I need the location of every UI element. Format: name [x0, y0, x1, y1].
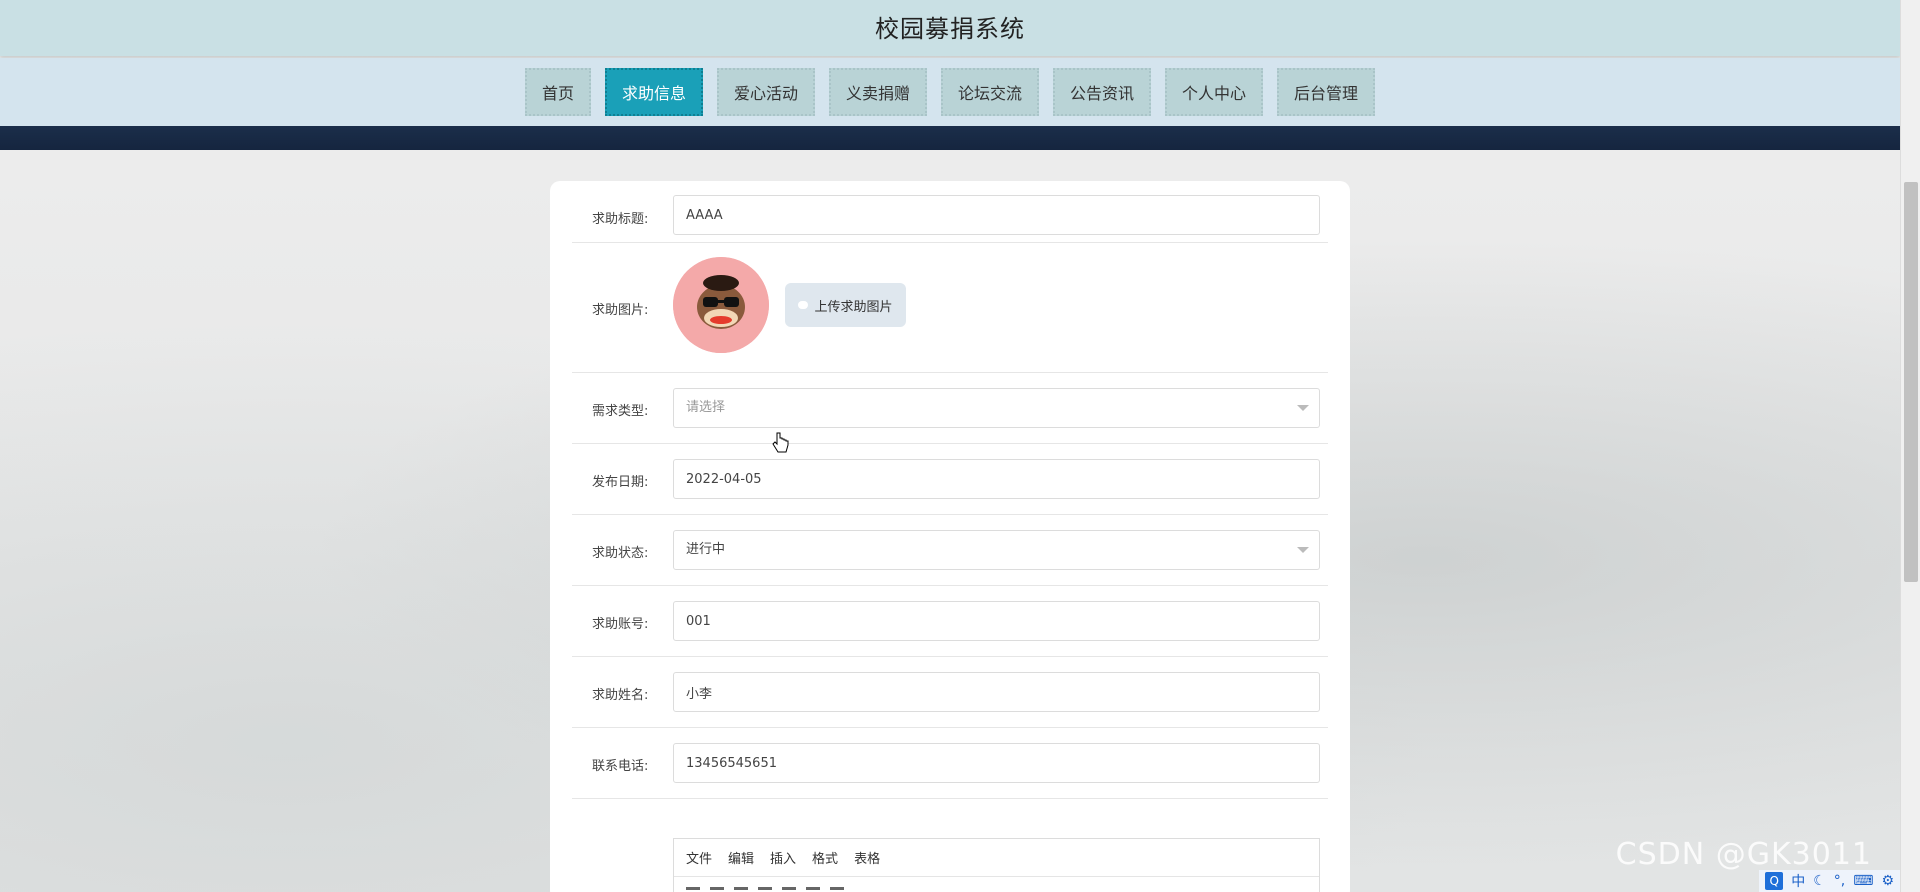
system-tray: Q 中 ☾ °, ⌨ ⚙	[1759, 870, 1900, 892]
tab-admin[interactable]: 后台管理	[1277, 68, 1376, 116]
tab-help-info[interactable]: 求助信息	[604, 68, 703, 116]
upload-cloud-icon	[798, 301, 809, 309]
toolbar-tool-icon[interactable]	[734, 886, 748, 890]
form-row-name: 求助姓名:	[572, 657, 1328, 728]
demand-type-placeholder: 请选择	[686, 400, 726, 415]
name-input[interactable]	[673, 672, 1320, 712]
form-row-publish-date: 发布日期:	[572, 444, 1328, 515]
hand-cursor-icon	[772, 432, 789, 453]
punctuation-icon[interactable]: °,	[1834, 873, 1845, 889]
tab-forum[interactable]: 论坛交流	[941, 68, 1040, 116]
editor-menu-table[interactable]: 表格	[854, 848, 880, 867]
phone-label: 联系电话:	[592, 759, 649, 774]
chevron-down-icon	[1297, 405, 1309, 411]
help-form-card: 求助标题: 求助图片: 上传求助图片 需求类型: 请选择	[550, 181, 1350, 892]
tab-charity-sale[interactable]: 义卖捐赠	[828, 68, 927, 116]
qq-ime-icon[interactable]: Q	[1765, 872, 1784, 890]
image-label: 求助图片:	[592, 303, 649, 318]
form-row-account: 求助账号:	[572, 586, 1328, 657]
main-nav: 首页 求助信息 爱心活动 义卖捐赠 论坛交流 公告资讯 个人中心 后台管理	[0, 58, 1900, 126]
status-value: 进行中	[686, 542, 726, 557]
phone-input[interactable]	[673, 743, 1320, 783]
toolbar-tool-icon[interactable]	[758, 886, 772, 890]
toolbar-tool-icon[interactable]	[710, 886, 724, 890]
publish-date-input[interactable]	[673, 459, 1320, 499]
toolbar-tool-icon[interactable]	[830, 886, 844, 890]
keyboard-icon[interactable]: ⌨	[1853, 873, 1873, 889]
form-row-phone: 联系电话:	[572, 728, 1328, 799]
tab-announcements[interactable]: 公告资讯	[1053, 68, 1152, 116]
moon-icon[interactable]: ☾	[1813, 873, 1826, 889]
title-label: 求助标题:	[592, 212, 649, 227]
name-label: 求助姓名:	[592, 688, 649, 703]
demand-type-label: 需求类型:	[592, 404, 649, 419]
settings-icon[interactable]: ⚙	[1881, 873, 1894, 889]
toolbar-tool-icon[interactable]	[782, 886, 796, 890]
title-input[interactable]	[673, 195, 1320, 235]
editor-menu-file[interactable]: 文件	[686, 848, 712, 867]
upload-image-label: 上传求助图片	[814, 299, 893, 315]
editor-menubar: 文件 编辑 插入 格式 表格	[674, 839, 1319, 877]
publish-date-label: 发布日期:	[592, 475, 649, 490]
editor-menu-edit[interactable]: 编辑	[728, 848, 754, 867]
watermark-text: CSDN @GK3011	[1615, 837, 1872, 872]
status-select[interactable]: 进行中	[673, 530, 1320, 570]
form-row-status: 求助状态: 进行中	[572, 515, 1328, 586]
demand-type-select[interactable]: 请选择	[673, 388, 1320, 428]
page-scrollbar[interactable]	[1900, 0, 1920, 892]
chevron-down-icon	[1297, 547, 1309, 553]
form-row-demand-type: 需求类型: 请选择	[572, 373, 1328, 444]
help-image-thumbnail[interactable]	[673, 257, 769, 353]
site-title: 校园募捐系统	[875, 14, 1025, 43]
tab-charity-activities[interactable]: 爱心活动	[716, 68, 815, 116]
tab-personal-center[interactable]: 个人中心	[1165, 68, 1264, 116]
editor-toolbar	[674, 877, 1319, 892]
tab-home[interactable]: 首页	[524, 68, 591, 116]
ime-mode-indicator[interactable]: 中	[1791, 871, 1805, 891]
rich-text-editor[interactable]: 文件 编辑 插入 格式 表格	[673, 838, 1320, 892]
account-input[interactable]	[673, 601, 1320, 641]
status-label: 求助状态:	[592, 546, 649, 561]
account-label: 求助账号:	[592, 617, 649, 632]
upload-image-button[interactable]: 上传求助图片	[785, 283, 906, 327]
form-row-title: 求助标题:	[572, 195, 1328, 243]
editor-menu-format[interactable]: 格式	[812, 848, 838, 867]
form-row-image: 求助图片: 上传求助图片	[572, 243, 1328, 373]
banner-strip	[0, 126, 1900, 150]
toolbar-tool-icon[interactable]	[686, 886, 700, 890]
site-header: 校园募捐系统	[0, 0, 1900, 56]
editor-menu-insert[interactable]: 插入	[770, 848, 796, 867]
scrollbar-thumb[interactable]	[1904, 182, 1918, 582]
toolbar-tool-icon[interactable]	[806, 886, 820, 890]
